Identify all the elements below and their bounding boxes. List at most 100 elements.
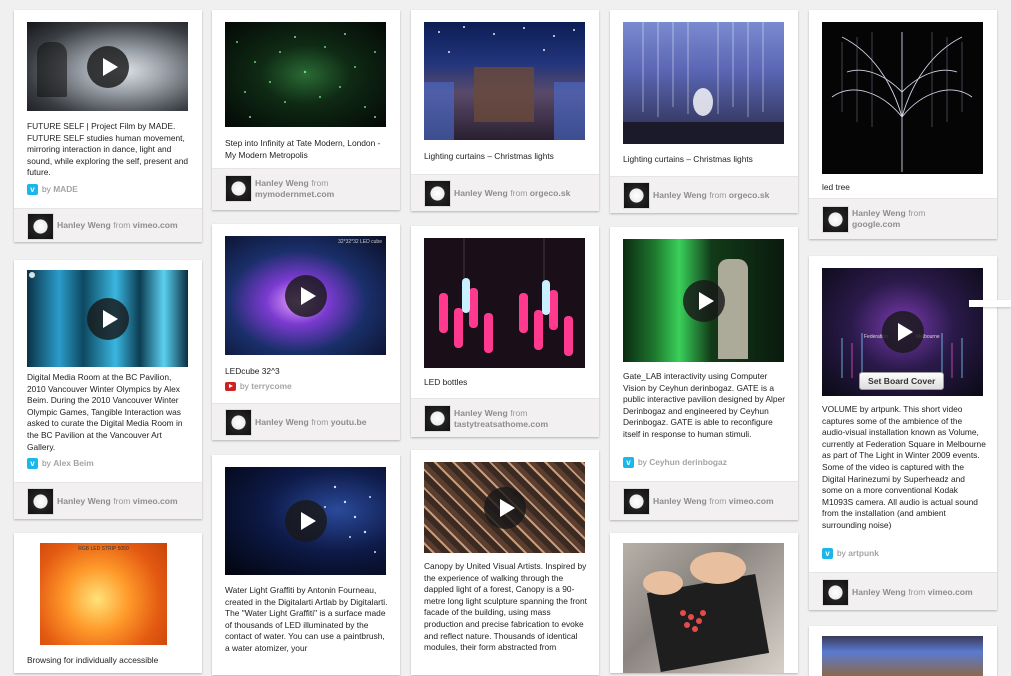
pinner-name[interactable]: Hanley Weng: [57, 496, 111, 506]
pinner-name[interactable]: Hanley Weng: [255, 417, 309, 427]
play-icon[interactable]: [284, 500, 327, 542]
pin-description: Lighting curtains – Christmas lights: [424, 151, 554, 161]
source-domain[interactable]: orgeco.sk: [729, 190, 770, 200]
pin-card[interactable]: RGB LED STRIP 5050 Browsing for individu…: [14, 533, 202, 673]
attribution-link[interactable]: Ceyhun derinbogaz: [649, 457, 727, 467]
play-icon[interactable]: [682, 279, 725, 322]
source-domain[interactable]: vimeo.com: [133, 496, 178, 506]
pinner-credit: Hanley Weng from vimeo.com: [653, 496, 774, 506]
pin-card[interactable]: Digital Media Room at the BC Pavilion, 2…: [14, 260, 202, 519]
pin-footer: Hanley Weng from mymodernmet.com: [212, 168, 400, 210]
pinner-name[interactable]: Hanley Weng: [653, 190, 707, 200]
source-domain[interactable]: vimeo.com: [928, 587, 973, 597]
avatar[interactable]: [27, 213, 54, 240]
pinner-name[interactable]: Hanley Weng: [852, 587, 906, 597]
pin-card[interactable]: [610, 533, 798, 673]
pin-footer: Hanley Weng from orgeco.sk: [610, 176, 798, 213]
pin-image[interactable]: [424, 22, 585, 140]
pinner-credit: Hanley Weng from vimeo.com: [852, 587, 973, 597]
pin-card[interactable]: LED bottles Hanley Weng from tastytreatsa…: [411, 226, 599, 437]
play-icon[interactable]: [483, 486, 526, 529]
avatar[interactable]: [623, 488, 650, 515]
avatar[interactable]: [225, 175, 252, 202]
pinner-credit: Hanley Weng from vimeo.com: [57, 220, 178, 230]
source-domain[interactable]: google.com: [852, 219, 900, 229]
pin-description: VOLUME by artpunk. This short video capt…: [822, 404, 986, 530]
image-lights: [424, 26, 585, 140]
pin-card[interactable]: 32*32*32 LED cube LEDcube 32^3 by terryc…: [212, 224, 400, 440]
attribution-link[interactable]: Alex Beim: [53, 458, 94, 468]
set-board-cover-button[interactable]: Set Board Cover: [859, 372, 945, 390]
source-domain[interactable]: tastytreatsathome.com: [454, 419, 548, 429]
pin-description: LEDcube 32^3: [225, 366, 280, 376]
play-icon[interactable]: [86, 297, 129, 340]
pin-footer: Hanley Weng from vimeo.com: [14, 482, 202, 519]
avatar[interactable]: [822, 206, 849, 233]
pin-card[interactable]: [809, 626, 997, 676]
pin-image[interactable]: [822, 636, 983, 676]
source-domain[interactable]: youtu.be: [331, 417, 367, 427]
pinner-credit: Hanley Weng from youtu.be: [255, 417, 367, 427]
pin-video-thumbnail[interactable]: [225, 467, 386, 575]
pin-video-thumbnail[interactable]: Federation Melbourne Set Board Cover: [822, 268, 983, 396]
pin-video-thumbnail[interactable]: [27, 270, 188, 367]
pinner-name[interactable]: Hanley Weng: [454, 408, 508, 418]
source-domain[interactable]: orgeco.sk: [530, 188, 571, 198]
play-icon[interactable]: [86, 45, 129, 88]
image-bottles: [439, 238, 573, 356]
avatar[interactable]: [424, 180, 451, 207]
pin-description: Gate_LAB interactivity using Computer Vi…: [623, 371, 786, 439]
pin-image[interactable]: RGB LED STRIP 5050: [40, 543, 167, 645]
pin-image[interactable]: [623, 22, 784, 144]
play-icon[interactable]: [881, 311, 924, 353]
avatar[interactable]: [225, 409, 252, 436]
pinner-credit: Hanley Weng from orgeco.sk: [653, 190, 770, 200]
pinner-name[interactable]: Hanley Weng: [454, 188, 508, 198]
attribution-link[interactable]: terrycome: [251, 381, 292, 391]
pinner-name[interactable]: Hanley Weng: [57, 220, 111, 230]
pin-image[interactable]: [623, 543, 784, 673]
pin-card[interactable]: Lighting curtains – Christmas lights Han…: [610, 10, 798, 213]
pin-card[interactable]: Water Light Graffiti by Antonin Fourneau…: [212, 455, 400, 675]
pin-video-thumbnail[interactable]: 32*32*32 LED cube: [225, 236, 386, 355]
pin-footer: Hanley Weng from vimeo.com: [14, 208, 202, 242]
pin-card[interactable]: led tree Hanley Weng from google.com: [809, 10, 997, 239]
pinner-credit: Hanley Weng from tastytreatsathome.com: [454, 408, 549, 429]
image-sparkles: [236, 33, 376, 118]
source-domain[interactable]: mymodernmet.com: [255, 189, 334, 199]
image-hands: [643, 552, 770, 672]
avatar[interactable]: [623, 182, 650, 209]
pin-card[interactable]: Federation Melbourne Set Board Cover VOL…: [809, 256, 997, 610]
pin-video-thumbnail[interactable]: [27, 22, 188, 111]
attribution-link[interactable]: MADE: [53, 184, 78, 194]
attribution-link[interactable]: artpunk: [848, 548, 879, 558]
pin-attribution: by terrycome: [225, 381, 292, 392]
pin-description: FUTURE SELF | Project Film by MADE. FUTU…: [27, 121, 189, 178]
pin-card[interactable]: Gate_LAB interactivity using Computer Vi…: [610, 227, 798, 520]
pin-image[interactable]: [822, 22, 983, 174]
source-domain[interactable]: vimeo.com: [133, 220, 178, 230]
pin-description: LED bottles: [424, 377, 468, 387]
pinner-name[interactable]: Hanley Weng: [653, 496, 707, 506]
pin-video-thumbnail[interactable]: [424, 462, 585, 553]
pin-card[interactable]: Step into Infinity at Tate Modern, Londo…: [212, 10, 400, 210]
pin-footer: Hanley Weng from tastytreatsathome.com: [411, 398, 599, 437]
play-icon[interactable]: [284, 274, 327, 317]
youtube-icon: [225, 382, 236, 392]
pinner-name[interactable]: Hanley Weng: [852, 208, 906, 218]
pin-footer: Hanley Weng from vimeo.com: [610, 481, 798, 520]
pin-card[interactable]: Canopy by United Visual Artists. Inspire…: [411, 450, 599, 675]
pin-card[interactable]: FUTURE SELF | Project Film by MADE. FUTU…: [14, 10, 202, 242]
pin-video-thumbnail[interactable]: [623, 239, 784, 362]
pin-card[interactable]: Lighting curtains – Christmas lights Han…: [411, 10, 599, 211]
pin-footer: Hanley Weng from google.com: [809, 198, 997, 239]
pin-image[interactable]: [225, 22, 386, 127]
avatar[interactable]: [822, 579, 849, 606]
pin-image[interactable]: [424, 238, 585, 368]
source-domain[interactable]: vimeo.com: [729, 496, 774, 506]
side-panel-tab[interactable]: [969, 300, 1011, 307]
pinner-name[interactable]: Hanley Weng: [255, 178, 309, 188]
pin-footer: Hanley Weng from orgeco.sk: [411, 174, 599, 211]
avatar[interactable]: [27, 488, 54, 515]
avatar[interactable]: [424, 405, 451, 432]
